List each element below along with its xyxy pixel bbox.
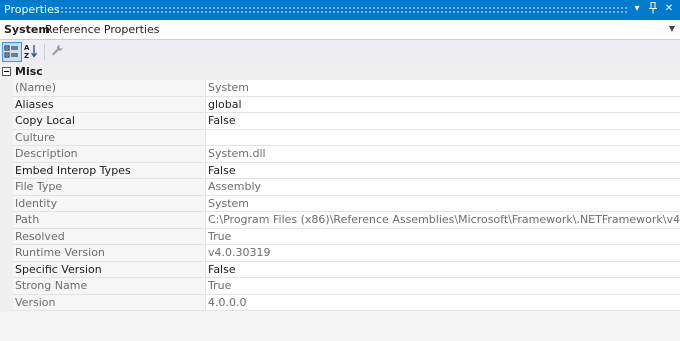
property-value[interactable]: Assembly	[205, 179, 680, 196]
category-label: Misc	[15, 65, 43, 78]
object-selector[interactable]: System Reference Properties ▼	[0, 20, 680, 40]
property-value[interactable]: System	[205, 80, 680, 97]
property-name[interactable]: Aliases	[13, 96, 204, 113]
grid-left-margin	[0, 80, 13, 312]
property-value[interactable]: v4.0.30319	[205, 245, 680, 262]
property-row[interactable]: Runtime Version v4.0.30319	[0, 245, 680, 262]
property-value[interactable]: System.dll	[205, 146, 680, 163]
property-value[interactable]	[205, 129, 680, 146]
property-pages-button[interactable]	[48, 42, 68, 62]
property-rows: (Name) System Aliases global Copy Local False…	[0, 80, 680, 311]
close-icon[interactable]: ✕	[662, 2, 676, 16]
wrench-icon	[52, 44, 63, 56]
property-name[interactable]: Copy Local	[13, 113, 204, 130]
category-row-misc[interactable]: Misc	[0, 64, 680, 80]
svg-text:Z: Z	[24, 52, 29, 60]
property-row[interactable]: Embed Interop Types False	[0, 162, 680, 179]
property-name[interactable]: Identity	[13, 195, 204, 212]
property-name[interactable]: Culture	[13, 129, 204, 146]
property-value[interactable]: True	[205, 278, 680, 295]
drag-grip[interactable]	[56, 6, 628, 14]
property-name[interactable]: Runtime Version	[13, 245, 204, 262]
property-name[interactable]: Version	[13, 294, 204, 311]
property-name[interactable]: Description	[13, 146, 204, 163]
property-value[interactable]: False	[205, 162, 680, 179]
property-row[interactable]: Path C:\Program Files (x86)\Reference Ass…	[0, 212, 680, 229]
property-value[interactable]: System	[205, 195, 680, 212]
property-name[interactable]: Path	[13, 212, 204, 229]
properties-toolbar: A Z	[0, 40, 680, 64]
property-name[interactable]: Embed Interop Types	[13, 162, 204, 179]
categorized-icon	[4, 45, 18, 58]
pin-icon[interactable]	[646, 2, 660, 16]
properties-title-bar: Properties ▾ ✕	[0, 0, 680, 20]
property-value[interactable]: global	[205, 96, 680, 113]
property-value[interactable]: 4.0.0.0	[205, 294, 680, 311]
property-name[interactable]: Strong Name	[13, 278, 204, 295]
property-row[interactable]: Copy Local False	[0, 113, 680, 130]
alphabetical-sort-icon: A Z	[24, 44, 38, 60]
property-row[interactable]: File Type Assembly	[0, 179, 680, 196]
property-name[interactable]: (Name)	[13, 80, 204, 97]
object-name: System	[4, 23, 50, 36]
alphabetical-button[interactable]: A Z	[22, 42, 42, 62]
property-value[interactable]: C:\Program Files (x86)\Reference Assembl…	[205, 212, 680, 229]
categorized-button[interactable]	[2, 42, 22, 62]
window-title: Properties	[4, 3, 60, 16]
property-grid: Misc (Name) System Aliases global Copy Local…	[0, 64, 680, 311]
property-row[interactable]: Version 4.0.0.0	[0, 294, 680, 311]
property-value[interactable]: False	[205, 113, 680, 130]
chevron-down-icon[interactable]: ▼	[669, 24, 675, 33]
property-name[interactable]: Specific Version	[13, 261, 204, 278]
property-row[interactable]: Strong Name True	[0, 278, 680, 295]
property-row[interactable]: Specific Version False	[0, 261, 680, 278]
property-row[interactable]: Aliases global	[0, 96, 680, 113]
property-row[interactable]: (Name) System	[0, 80, 680, 97]
toolbar-separator	[44, 44, 45, 60]
property-name[interactable]: Resolved	[13, 228, 204, 245]
property-row[interactable]: Description System.dll	[0, 146, 680, 163]
svg-text:A: A	[24, 44, 30, 52]
property-row[interactable]: Identity System	[0, 195, 680, 212]
pin-glyph	[649, 2, 657, 14]
property-row[interactable]: Culture	[0, 129, 680, 146]
window-position-dropdown-icon[interactable]: ▾	[630, 2, 644, 16]
object-type: Reference Properties	[45, 23, 160, 36]
collapse-icon[interactable]	[2, 67, 11, 76]
property-value[interactable]: False	[205, 261, 680, 278]
property-name[interactable]: File Type	[13, 179, 204, 196]
property-row[interactable]: Resolved True	[0, 228, 680, 245]
property-value[interactable]: True	[205, 228, 680, 245]
